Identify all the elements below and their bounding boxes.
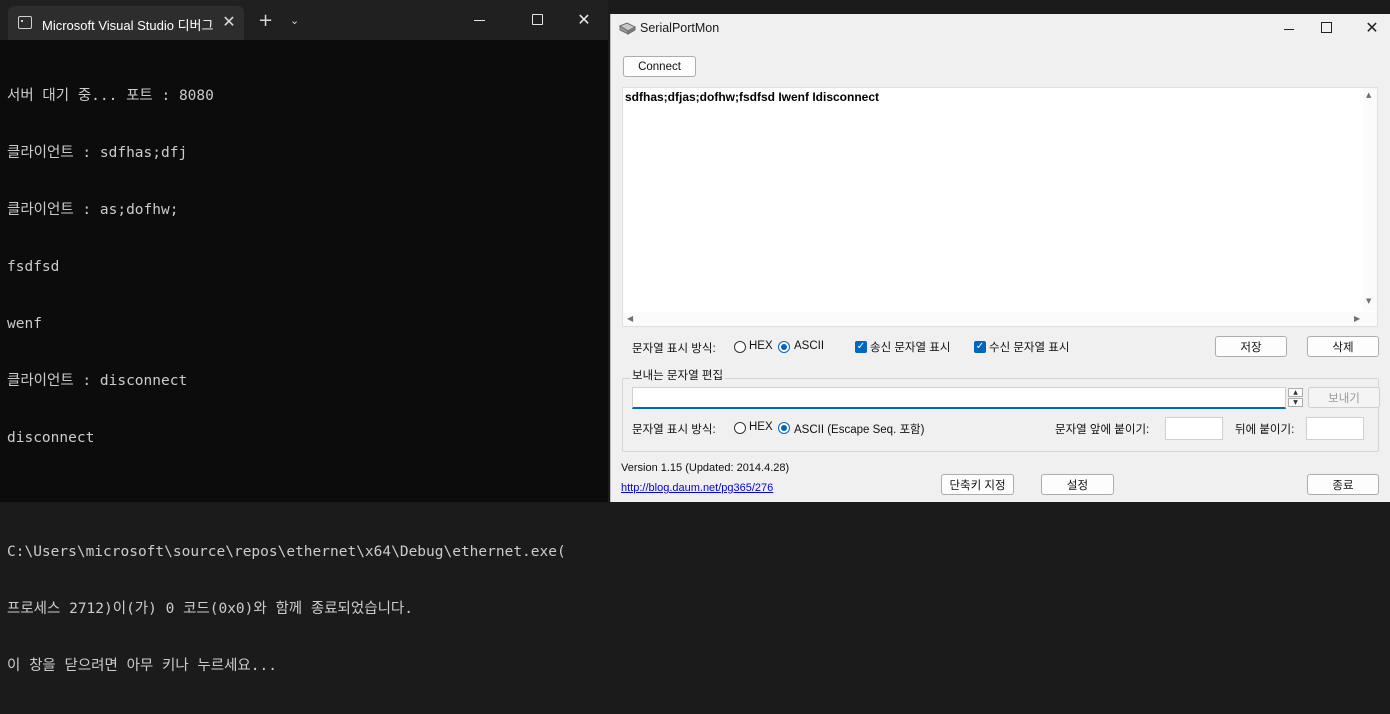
suffix-input[interactable] bbox=[1306, 417, 1364, 440]
send-group-title: 보내는 문자열 편집 bbox=[630, 367, 726, 383]
new-tab-icon[interactable]: + bbox=[258, 12, 273, 30]
terminal-tab[interactable]: Microsoft Visual Studio 디버그 ✕ bbox=[8, 6, 244, 40]
scroll-left-icon[interactable]: ◀ bbox=[627, 314, 633, 323]
terminal-line: fsdfsd bbox=[7, 259, 60, 275]
connect-button[interactable]: Connect bbox=[623, 56, 696, 77]
prefix-input[interactable] bbox=[1165, 417, 1223, 440]
minimize-icon[interactable] bbox=[470, 11, 490, 29]
close-icon[interactable]: ✕ bbox=[1362, 16, 1382, 40]
scroll-up-icon[interactable]: ▲ bbox=[1366, 91, 1371, 99]
horizontal-scrollbar[interactable] bbox=[623, 312, 1377, 326]
hex-radio[interactable] bbox=[734, 341, 746, 353]
chevron-down-icon[interactable]: ⌄ bbox=[290, 14, 299, 28]
ascii-radio[interactable] bbox=[778, 341, 790, 353]
send-hex-label: HEX bbox=[749, 421, 773, 433]
settings-button[interactable]: 설정 bbox=[1041, 474, 1114, 495]
terminal-line: C:\Users\microsoft\source\repos\ethernet… bbox=[7, 544, 566, 560]
maximize-icon[interactable] bbox=[532, 14, 543, 25]
show-sent-checkbox[interactable]: ✓ bbox=[855, 341, 867, 353]
spin-up-icon[interactable]: ▲ bbox=[1288, 388, 1303, 397]
scroll-down-icon[interactable]: ▼ bbox=[1366, 297, 1371, 305]
serialportmon-title-bar: SerialPortMon ✕ bbox=[611, 14, 1390, 45]
scroll-right-icon[interactable]: ▶ bbox=[1354, 314, 1360, 323]
terminal-icon bbox=[18, 16, 32, 29]
spin-down-icon[interactable]: ▼ bbox=[1288, 398, 1303, 407]
save-button[interactable]: 저장 bbox=[1215, 336, 1287, 357]
terminal-line: 서버 대기 중... 포트 : 8080 bbox=[7, 88, 214, 104]
ascii-radio-label: ASCII bbox=[794, 340, 825, 352]
suffix-label: 뒤에 붙이기: bbox=[1235, 424, 1295, 436]
serialportmon-window: SerialPortMon ✕ Connect sdfhas;dfjas;dof… bbox=[610, 14, 1390, 502]
terminal-line: 클라이언트 : as;dofhw; bbox=[7, 202, 179, 218]
terminal-title-bar: Microsoft Visual Studio 디버그 ✕ + ⌄ ✕ bbox=[0, 0, 608, 40]
maximize-icon[interactable] bbox=[1321, 22, 1332, 33]
send-text-input[interactable] bbox=[632, 387, 1286, 409]
hex-radio-label: HEX bbox=[749, 340, 773, 352]
send-hex-radio[interactable] bbox=[734, 422, 746, 434]
show-received-label: 수신 문자열 표시 bbox=[989, 342, 1070, 354]
send-button[interactable]: 보내기 bbox=[1308, 387, 1380, 408]
send-ascii-radio[interactable] bbox=[778, 422, 790, 434]
terminal-line: 이 창을 닫으려면 아무 키나 누르세요... bbox=[7, 658, 277, 674]
terminal-output: 서버 대기 중... 포트 : 8080 클라이언트 : sdfhas;dfj … bbox=[7, 49, 607, 714]
window-title: SerialPortMon bbox=[640, 21, 720, 35]
delete-button[interactable]: 삭제 bbox=[1307, 336, 1379, 357]
show-received-checkbox[interactable]: ✓ bbox=[974, 341, 986, 353]
display-mode-label: 문자열 표시 방식: bbox=[632, 343, 716, 355]
terminal-window: Microsoft Visual Studio 디버그 ✕ + ⌄ ✕ 서버 대… bbox=[0, 0, 608, 674]
vertical-scrollbar[interactable] bbox=[1363, 88, 1377, 311]
app-icon bbox=[619, 22, 636, 35]
terminal-tab-title: Microsoft Visual Studio 디버그 bbox=[42, 18, 214, 33]
blog-link[interactable]: http://blog.daum.net/pg365/276 bbox=[621, 482, 773, 494]
send-display-mode-label: 문자열 표시 방식: bbox=[632, 424, 716, 436]
shortcut-button[interactable]: 단축키 지정 bbox=[941, 474, 1014, 495]
terminal-line: 클라이언트 : sdfhas;dfj bbox=[7, 145, 188, 161]
tab-close-icon[interactable]: ✕ bbox=[220, 12, 238, 32]
send-ascii-label: ASCII (Escape Seq. 포함) bbox=[794, 424, 925, 436]
received-text-area[interactable]: sdfhas;dfjas;dofhw;fsdfsd Iwenf Idisconn… bbox=[622, 87, 1378, 327]
terminal-line: 클라이언트 : disconnect bbox=[7, 373, 188, 389]
show-sent-label: 송신 문자열 표시 bbox=[870, 342, 951, 354]
exit-button[interactable]: 종료 bbox=[1307, 474, 1379, 495]
version-text: Version 1.15 (Updated: 2014.4.28) bbox=[621, 462, 790, 474]
minimize-icon[interactable] bbox=[1279, 20, 1299, 38]
received-text: sdfhas;dfjas;dofhw;fsdfsd Iwenf Idisconn… bbox=[625, 90, 880, 104]
terminal-line: 프로세스 2712)이(가) 0 코드(0x0)와 함께 종료되었습니다. bbox=[7, 601, 413, 617]
terminal-line: disconnect bbox=[7, 430, 95, 446]
close-icon[interactable]: ✕ bbox=[574, 8, 594, 32]
prefix-label: 문자열 앞에 붙이기: bbox=[1055, 424, 1150, 436]
terminal-line: wenf bbox=[7, 316, 42, 332]
